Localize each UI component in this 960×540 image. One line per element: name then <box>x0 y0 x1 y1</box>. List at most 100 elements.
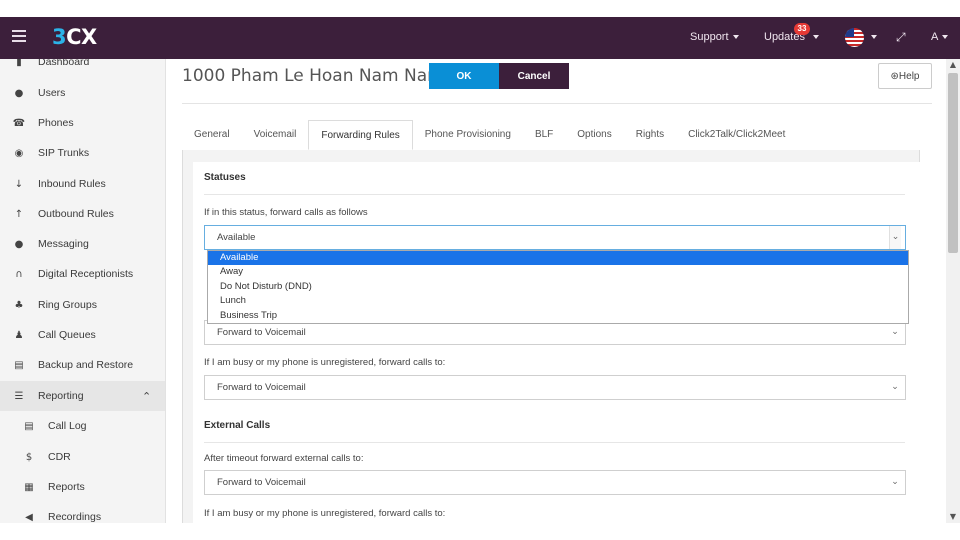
help-icon: ⊛ <box>890 70 899 82</box>
external-calls-section-title: External Calls <box>204 420 271 431</box>
ext-timeout-field-label: After timeout forward external calls to: <box>204 453 364 464</box>
status-select[interactable]: Available ⌄ <box>204 225 906 250</box>
title-divider <box>182 103 932 104</box>
sidebar-item-users[interactable]: ● Users <box>0 78 165 108</box>
support-menu[interactable]: Support <box>690 31 739 43</box>
menu-icon[interactable] <box>12 30 26 42</box>
fullscreen-icon[interactable]: ⤢ <box>896 30 906 45</box>
dollar-icon: $ <box>25 451 33 463</box>
status-option-away[interactable]: Away <box>208 265 908 279</box>
sidebar-item-label: Backup and Restore <box>38 359 134 371</box>
sidebar-item-label: Recordings <box>48 511 102 523</box>
select-value: Forward to Voicemail <box>217 477 306 488</box>
sidebar-item-label: Reports <box>48 481 85 493</box>
sidebar-item-label: Ring Groups <box>38 299 97 311</box>
list-icon: ☰ <box>14 390 24 402</box>
database-icon: ▤ <box>14 359 24 371</box>
sidebar-item-reporting[interactable]: ☰ Reporting ⌃ <box>0 381 165 411</box>
tab-voicemail[interactable]: Voicemail <box>242 120 309 150</box>
sidebar-item-label: Call Queues <box>38 329 96 341</box>
sidebar-item-backup-and-restore[interactable]: ▤ Backup and Restore <box>0 350 165 380</box>
sidebar-item-ring-groups[interactable]: ♣ Ring Groups <box>0 290 165 320</box>
globe-icon: ◉ <box>14 147 24 159</box>
tab-phone-provisioning[interactable]: Phone Provisioning <box>413 120 523 150</box>
tab-panel: Statuses If in this status, forward call… <box>182 150 920 523</box>
scrollbar-thumb[interactable] <box>948 73 958 253</box>
ext-busy-field-label: If I am busy or my phone is unregistered… <box>204 508 446 519</box>
tab-bar: General Voicemail Forwarding Rules Phone… <box>182 120 797 150</box>
status-option-dnd[interactable]: Do Not Disturb (DND) <box>208 280 908 294</box>
app-logo[interactable]: 3CX <box>52 25 97 49</box>
arrow-up-icon: ↑ <box>14 208 24 220</box>
chevron-up-icon: ⌃ <box>142 389 152 403</box>
headset-icon: ∩ <box>15 268 23 280</box>
sidebar-item-label: Digital Receptionists <box>38 268 134 280</box>
status-field-label: If in this status, forward calls as foll… <box>204 207 368 218</box>
user-icon: ● <box>14 87 24 99</box>
users-icon: ♟ <box>14 329 24 341</box>
scroll-down-icon[interactable]: ▼ <box>946 511 960 523</box>
sidebar-item-label: CDR <box>48 451 71 463</box>
status-select-value: Available <box>217 232 256 243</box>
sidebar-item-sip-trunks[interactable]: ◉ SIP Trunks <box>0 138 165 168</box>
sidebar-item-outbound-rules[interactable]: ↑ Outbound Rules <box>0 199 165 229</box>
page-scrollbar[interactable]: ▲ ▼ <box>946 59 960 523</box>
sidebar-item-label: Call Log <box>48 420 87 432</box>
report-icon: ▦ <box>24 481 34 493</box>
sidebar-item-recordings[interactable]: ◀ Recordings <box>0 502 165 523</box>
chevron-down-icon: ⌄ <box>891 327 899 337</box>
sidebar-item-reports[interactable]: ▦ Reports <box>0 472 165 502</box>
sidebar-item-label: Messaging <box>38 238 89 250</box>
ext-timeout-forward-select[interactable]: Forward to Voicemail ⌄ <box>204 470 906 495</box>
busy-forward-select[interactable]: Forward to Voicemail ⌄ <box>204 375 906 400</box>
forwarding-rules-card: Statuses If in this status, forward call… <box>193 162 920 523</box>
chevron-down-icon: ⌄ <box>891 382 899 392</box>
scroll-up-icon[interactable]: ▲ <box>946 59 960 71</box>
sidebar-item-dashboard[interactable]: ▮ Dashboard <box>0 59 165 77</box>
sidebar-item-label: Dashboard <box>38 59 90 68</box>
section-divider <box>204 194 905 195</box>
sidebar-item-call-queues[interactable]: ♟ Call Queues <box>0 320 165 350</box>
sidebar-item-label: Phones <box>38 117 74 129</box>
help-label: Help <box>898 70 920 82</box>
language-caret-icon[interactable] <box>867 31 877 43</box>
sidebar-item-label: Outbound Rules <box>38 208 114 220</box>
sidebar-item-digital-receptionists[interactable]: ∩ Digital Receptionists <box>0 259 165 289</box>
speaker-icon: ◀ <box>25 511 33 523</box>
sidebar-item-label: Reporting <box>38 390 84 402</box>
tab-options[interactable]: Options <box>565 120 623 150</box>
page-title: 1000 Pham Le Hoan Nam Nam <box>182 66 444 86</box>
phone-icon: ☎ <box>12 117 26 129</box>
top-bar: 3CX Support Updates 33 ⤢ A <box>0 17 960 59</box>
sidebar-item-phones[interactable]: ☎ Phones <box>0 108 165 138</box>
language-flag-icon[interactable] <box>845 28 864 47</box>
select-value: Forward to Voicemail <box>217 382 306 393</box>
chat-icon: ● <box>14 238 24 250</box>
status-option-lunch[interactable]: Lunch <box>208 294 908 308</box>
tab-general[interactable]: General <box>182 120 242 150</box>
updates-menu[interactable]: Updates <box>764 31 819 43</box>
help-button[interactable]: ⊛Help <box>878 63 932 89</box>
section-divider <box>204 442 905 443</box>
ok-button[interactable]: OK <box>429 63 499 89</box>
sidebar-item-label: SIP Trunks <box>38 147 90 159</box>
tab-forwarding-rules[interactable]: Forwarding Rules <box>308 120 413 150</box>
status-dropdown-list: Available Away Do Not Disturb (DND) Lunc… <box>207 250 909 324</box>
sidebar-item-messaging[interactable]: ● Messaging <box>0 229 165 259</box>
tab-blf[interactable]: BLF <box>523 120 565 150</box>
tab-click2talk[interactable]: Click2Talk/Click2Meet <box>676 120 797 150</box>
status-option-available[interactable]: Available <box>208 251 908 266</box>
document-icon: ▤ <box>24 420 34 432</box>
status-option-business-trip[interactable]: Business Trip <box>208 309 908 323</box>
user-menu[interactable]: A <box>931 31 949 43</box>
cancel-button[interactable]: Cancel <box>499 63 569 89</box>
tab-rights[interactable]: Rights <box>624 120 676 150</box>
group-icon: ♣ <box>14 299 24 311</box>
sidebar-item-cdr[interactable]: $ CDR <box>0 442 165 472</box>
statuses-section-title: Statuses <box>204 172 246 183</box>
sidebar-item-inbound-rules[interactable]: ↓ Inbound Rules <box>0 169 165 199</box>
sidebar-item-label: Users <box>38 87 66 99</box>
sidebar-item-call-log[interactable]: ▤ Call Log <box>0 411 165 441</box>
chevron-down-icon: ⌄ <box>891 477 899 487</box>
updates-count-badge: 33 <box>794 23 810 35</box>
